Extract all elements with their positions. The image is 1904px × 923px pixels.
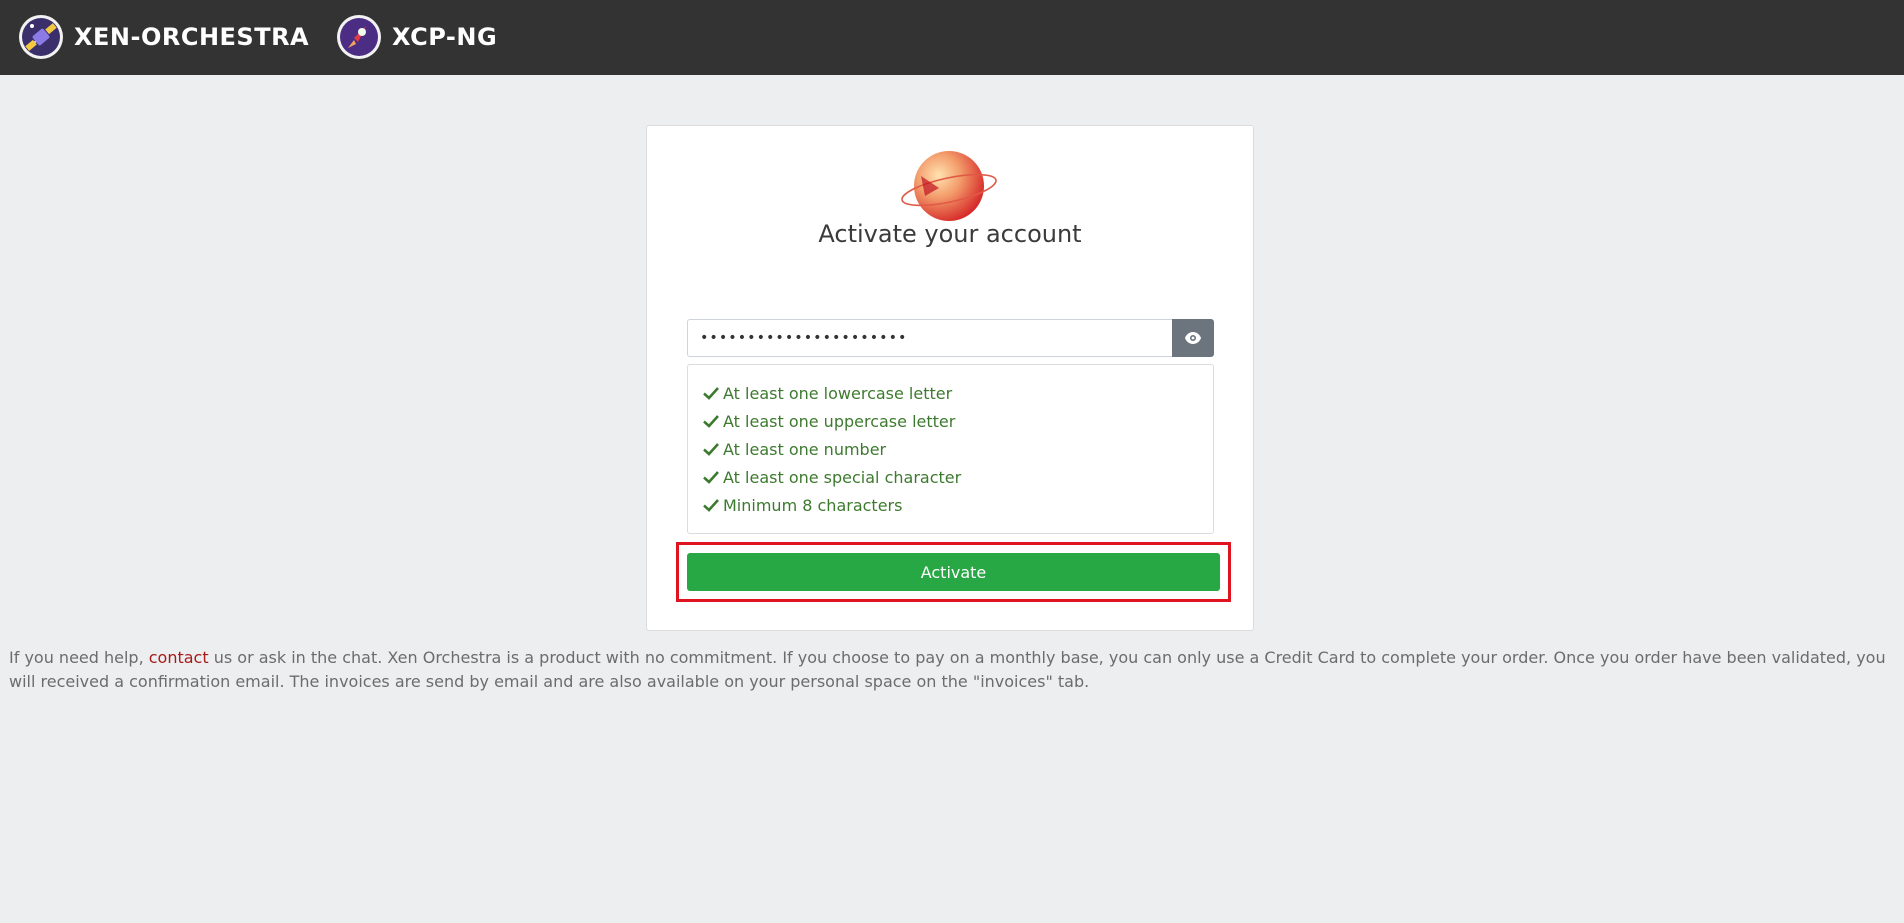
rule-label: At least one uppercase letter <box>723 411 956 431</box>
contact-link[interactable]: contact <box>149 648 209 667</box>
check-icon <box>702 497 720 513</box>
rule-label: At least one number <box>723 439 887 459</box>
check-icon <box>702 385 720 401</box>
list-item: At least one uppercase letter <box>702 407 1199 435</box>
activation-card: Activate your account At least one lower… <box>646 125 1254 631</box>
xo-satellite-logo-icon <box>18 14 64 60</box>
list-item: Minimum 8 characters <box>702 491 1199 519</box>
check-icon <box>702 469 720 485</box>
help-text-rest: us or ask in the chat. Xen Orchestra is … <box>9 648 1886 691</box>
rule-label: At least one special character <box>723 467 962 487</box>
list-item: At least one number <box>702 435 1199 463</box>
brand-xen-orchestra[interactable]: XEN-ORCHESTRA <box>18 14 309 60</box>
list-item: At least one special character <box>702 463 1199 491</box>
help-text-start: If you need help, <box>9 648 149 667</box>
help-text: If you need help, contact us or ask in t… <box>9 646 1889 694</box>
brand-xcp-ng[interactable]: XCP-NG <box>336 14 497 60</box>
rule-label: At least one lowercase letter <box>723 383 953 403</box>
xcpng-rocket-logo-icon <box>336 14 382 60</box>
top-navbar: XEN-ORCHESTRA XCP-NG <box>0 0 1904 75</box>
rule-label: Minimum 8 characters <box>723 495 903 515</box>
eye-icon <box>1185 329 1201 348</box>
password-input-group <box>687 319 1214 357</box>
check-icon <box>702 441 720 457</box>
page-title: Activate your account <box>818 220 1082 248</box>
brand-xcp-label: XCP-NG <box>392 23 498 51</box>
password-input[interactable] <box>687 319 1172 357</box>
brand-xo-label: XEN-ORCHESTRA <box>74 23 310 51</box>
activate-button[interactable]: Activate <box>687 553 1220 591</box>
planet-logo-icon <box>899 146 999 226</box>
password-rules-list: At least one lowercase letter At least o… <box>687 364 1214 534</box>
activate-highlight-box: Activate <box>676 542 1231 602</box>
check-icon <box>702 413 720 429</box>
toggle-password-visibility-button[interactable] <box>1172 319 1214 357</box>
list-item: At least one lowercase letter <box>702 379 1199 407</box>
